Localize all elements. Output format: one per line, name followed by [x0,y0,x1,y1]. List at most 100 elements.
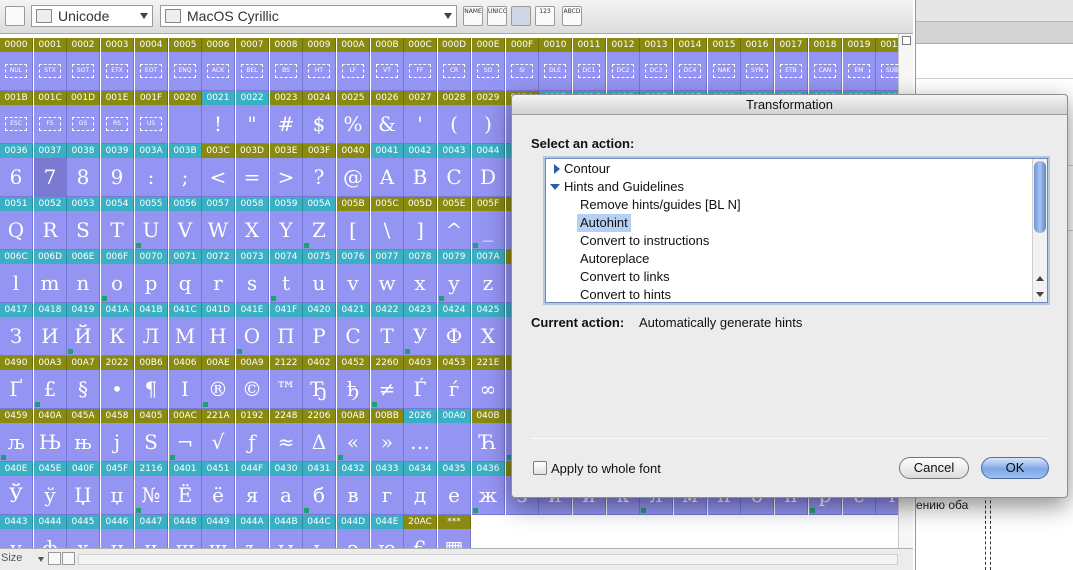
ok-button[interactable]: OK [981,457,1049,479]
glyph-cell[interactable]: $ [303,105,336,144]
glyph-cell[interactable]: ACK [202,52,235,91]
disclosure-closed-icon[interactable] [554,164,560,174]
zoom-out-button[interactable] [48,552,61,565]
scroll-thumb[interactable] [1034,161,1046,233]
glyph-cell[interactable]: ETB [775,52,808,91]
glyph-cell[interactable]: д [404,476,437,515]
glyph-cell[interactable]: % [337,105,370,144]
glyph-cell[interactable]: < [202,158,235,197]
glyph-cell[interactable]: ≈ [270,423,303,462]
glyph-cell[interactable]: Л [135,317,168,356]
glyph-cell[interactable]: : [135,158,168,197]
glyph-cell[interactable]: SI [506,52,539,91]
glyph-cell[interactable]: в [337,476,370,515]
glyph-cell[interactable]: ў [34,476,67,515]
glyph-cell[interactable]: Ѓ [404,370,437,409]
unicode-view-icon[interactable]: UNICODE [487,6,507,26]
glyph-cell[interactable]: RS [101,105,134,144]
glyph-cell[interactable]: џ [101,476,134,515]
glyph-cell[interactable]: ^ [438,211,471,250]
glyph-cell[interactable]: _ [472,211,505,250]
glyph-cell[interactable]: STX [34,52,67,91]
glyph-cell[interactable]: Q [0,211,33,250]
glyph-cell[interactable]: x [404,264,437,303]
glyph-cell[interactable]: X [236,211,269,250]
glyph-cell[interactable]: 6 [0,158,33,197]
glyph-cell[interactable]: © [236,370,269,409]
sample-text-icon[interactable]: ABCD [562,6,582,26]
glyph-cell[interactable]: \ [371,211,404,250]
glyph-cell[interactable]: Z [303,211,336,250]
action-list-scrollbar[interactable] [1032,159,1047,302]
glyph-cell[interactable]: ! [202,105,235,144]
glyph-cell[interactable]: CR [438,52,471,91]
glyph-cell[interactable]: ≠ [371,370,404,409]
glyph-cell[interactable]: » [371,423,404,462]
glyph-cell[interactable]: я [236,476,269,515]
glyph-cell[interactable]: С [337,317,370,356]
glyph-cell[interactable]: r [202,264,235,303]
glyph-cell[interactable]: З [0,317,33,356]
glyph-cell[interactable]: ∞ [472,370,505,409]
glyph-cell[interactable]: NAK [708,52,741,91]
glyph-cell[interactable]: S [135,423,168,462]
glyph-cell[interactable]: ™ [270,370,303,409]
glyph-cell[interactable]: ? [303,158,336,197]
glyph-cell[interactable]: ¶ [135,370,168,409]
glyph-cell[interactable]: CAN [809,52,842,91]
glyph-cell[interactable]: US [135,105,168,144]
glyph-cell[interactable]: DC4 [674,52,707,91]
glyph-cell[interactable]: Р [303,317,336,356]
glyph-cell[interactable]: S [67,211,100,250]
glyph-cell[interactable]: ENQ [169,52,202,91]
action-item[interactable]: Convert to links [580,268,670,286]
action-category[interactable]: Hints and Guidelines [564,178,684,196]
glyph-cell[interactable]: FF [404,52,437,91]
glyph-cell[interactable]: j [101,423,134,462]
glyph-cell[interactable]: V [169,211,202,250]
glyph-cell[interactable]: ] [404,211,437,250]
glyph-cell[interactable]: n [67,264,100,303]
glyph-cell[interactable]: Џ [67,476,100,515]
glyph-cell[interactable]: Ў [0,476,33,515]
horizontal-scrollbar[interactable] [78,554,898,565]
glyph-cell[interactable]: • [101,370,134,409]
glyph-cell[interactable]: Н [202,317,235,356]
glyph-cell[interactable]: LF [337,52,370,91]
glyph-cell[interactable]: ( [438,105,471,144]
glyph-cell[interactable]: GS [67,105,100,144]
action-category[interactable]: Contour [564,160,610,178]
glyph-cell[interactable]: @ [337,158,370,197]
glyph-cell[interactable]: М [169,317,202,356]
glyph-cell[interactable]: s [236,264,269,303]
glyph-cell[interactable]: " [236,105,269,144]
action-item[interactable]: Autoreplace [580,250,649,268]
glyph-cell[interactable]: # [270,105,303,144]
glyph-cell[interactable]: Й [67,317,100,356]
zoom-in-button[interactable] [62,552,75,565]
glyph-cell[interactable]: w [371,264,404,303]
glyph-cell[interactable]: Т [371,317,404,356]
glyph-cell[interactable]: ђ [337,370,370,409]
glyph-cell[interactable]: U [135,211,168,250]
glyph-cell[interactable]: Ф [438,317,471,356]
action-list[interactable]: Contour Hints and Guidelines Remove hints/… [543,156,1050,305]
glyph-cell[interactable]: У [404,317,437,356]
glyph-cell[interactable]: Y [270,211,303,250]
glyph-cell[interactable]: SO [472,52,505,91]
glyph-cell[interactable]: l [0,264,33,303]
glyph-cell[interactable]: ж [472,476,505,515]
glyph-cell[interactable] [169,105,202,144]
glyph-cell[interactable]: « [337,423,370,462]
glyph-cell[interactable]: B [404,158,437,197]
glyph-cell[interactable]: ® [202,370,235,409]
glyph-cell[interactable]: £ [34,370,67,409]
glyph-cell[interactable]: а [270,476,303,515]
glyph-cell[interactable]: DC2 [607,52,640,91]
glyph-cell[interactable]: І [169,370,202,409]
glyph-cell[interactable]: t [270,264,303,303]
glyph-cell[interactable]: u [303,264,336,303]
scroll-down-icon[interactable] [1036,292,1044,297]
glyph-cell[interactable]: EM [843,52,876,91]
glyph-cell[interactable]: & [371,105,404,144]
